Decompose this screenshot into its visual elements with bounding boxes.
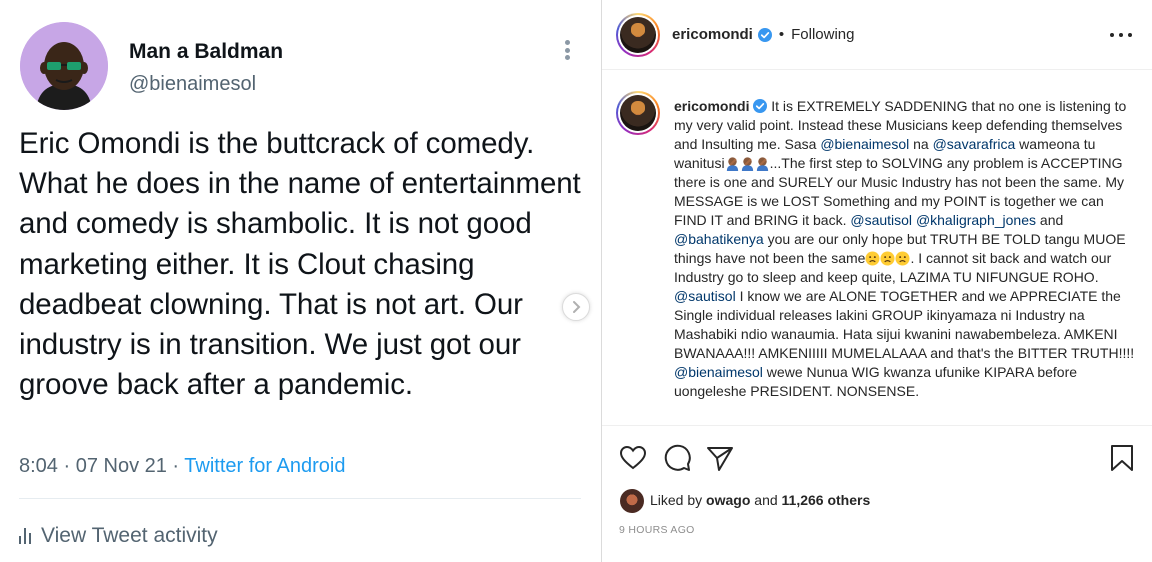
post-timestamp[interactable]: 9 HOURS AGO (619, 524, 695, 536)
liker-avatar[interactable] (620, 489, 644, 513)
verified-badge-icon (753, 99, 768, 113)
caption-mention-link[interactable]: @sautisol (674, 288, 736, 304)
likes-summary: Liked by owago and 11,266 others (650, 492, 870, 508)
sad-face-emoji-icon (880, 251, 895, 266)
view-tweet-activity-button[interactable]: View Tweet activity (19, 524, 218, 548)
view-tweet-activity-label: View Tweet activity (41, 524, 218, 547)
caption-mention-link[interactable]: @khaligraph_jones (916, 212, 1036, 228)
activity-bars-icon (19, 528, 31, 544)
liked-by-and: and (750, 492, 782, 508)
tweet-source-link[interactable]: Twitter for Android (184, 455, 345, 477)
verified-badge-icon (757, 27, 772, 42)
facepalm-emoji-icon (726, 157, 738, 171)
caption-avatar (620, 95, 656, 131)
facepalm-emoji-icon (756, 157, 768, 171)
tweet-display-name[interactable]: Man a Baldman (129, 40, 283, 64)
bald-man-avatar-icon (20, 22, 108, 110)
instagram-post-panel: ericomondi • Following ericomondi It is … (602, 0, 1152, 562)
caption-mention-link[interactable]: @sautisol (850, 212, 912, 228)
caption-username[interactable]: ericomondi (674, 98, 749, 114)
post-header: ericomondi • Following (602, 0, 1152, 70)
header-separator: • (778, 26, 785, 43)
profile-avatar (620, 17, 656, 53)
post-username[interactable]: ericomondi (672, 26, 753, 43)
caption-mention-link[interactable]: @bienaimesol (674, 364, 763, 380)
tweet-divider (19, 498, 581, 499)
sad-face-emoji-icon (865, 251, 880, 266)
comment-icon[interactable] (662, 443, 692, 473)
caption-body: It is EXTREMELY SADDENING that no one is… (674, 98, 1135, 399)
caption-text: ericomondi It is EXTREMELY SADDENING tha… (674, 97, 1136, 401)
tweet-text: Eric Omondi is the buttcrack of comedy. … (19, 127, 581, 402)
tweet-handle[interactable]: @bienaimesol (129, 73, 256, 96)
like-heart-icon[interactable] (618, 443, 648, 473)
next-slide-arrow-icon[interactable] (562, 293, 590, 321)
caption-area: ericomondi It is EXTREMELY SADDENING tha… (602, 71, 1152, 426)
caption-mention-link[interactable]: @bahatikenya (674, 231, 764, 247)
liked-by-count[interactable]: 11,266 others (782, 492, 871, 508)
following-button[interactable]: Following (791, 26, 854, 43)
caption-mention-link[interactable]: @savarafrica (933, 136, 1016, 152)
profile-story-ring[interactable] (616, 13, 660, 57)
tweet-timestamp[interactable]: 8:04 · 07 Nov 21 · (19, 455, 184, 477)
save-bookmark-icon[interactable] (1107, 443, 1137, 473)
liked-by-user[interactable]: owago (706, 492, 750, 508)
caption-mention-link[interactable]: @bienaimesol (820, 136, 909, 152)
sad-face-emoji-icon (895, 251, 910, 266)
tweet-avatar[interactable] (20, 22, 108, 110)
post-more-options-icon[interactable] (1110, 26, 1132, 44)
tweet-screenshot: Man a Baldman @bienaimesol Eric Omondi i… (0, 0, 601, 562)
post-actions (602, 427, 1152, 487)
caption-avatar-ring[interactable] (616, 91, 660, 135)
facepalm-emoji-icon (741, 157, 753, 171)
tweet-more-options-icon[interactable] (558, 36, 576, 64)
post-author: ericomondi • Following (672, 26, 855, 43)
share-send-icon[interactable] (705, 443, 735, 473)
liked-by-prefix: Liked by (650, 492, 707, 508)
tweet-meta: 8:04 · 07 Nov 21 · Twitter for Android (19, 455, 345, 478)
